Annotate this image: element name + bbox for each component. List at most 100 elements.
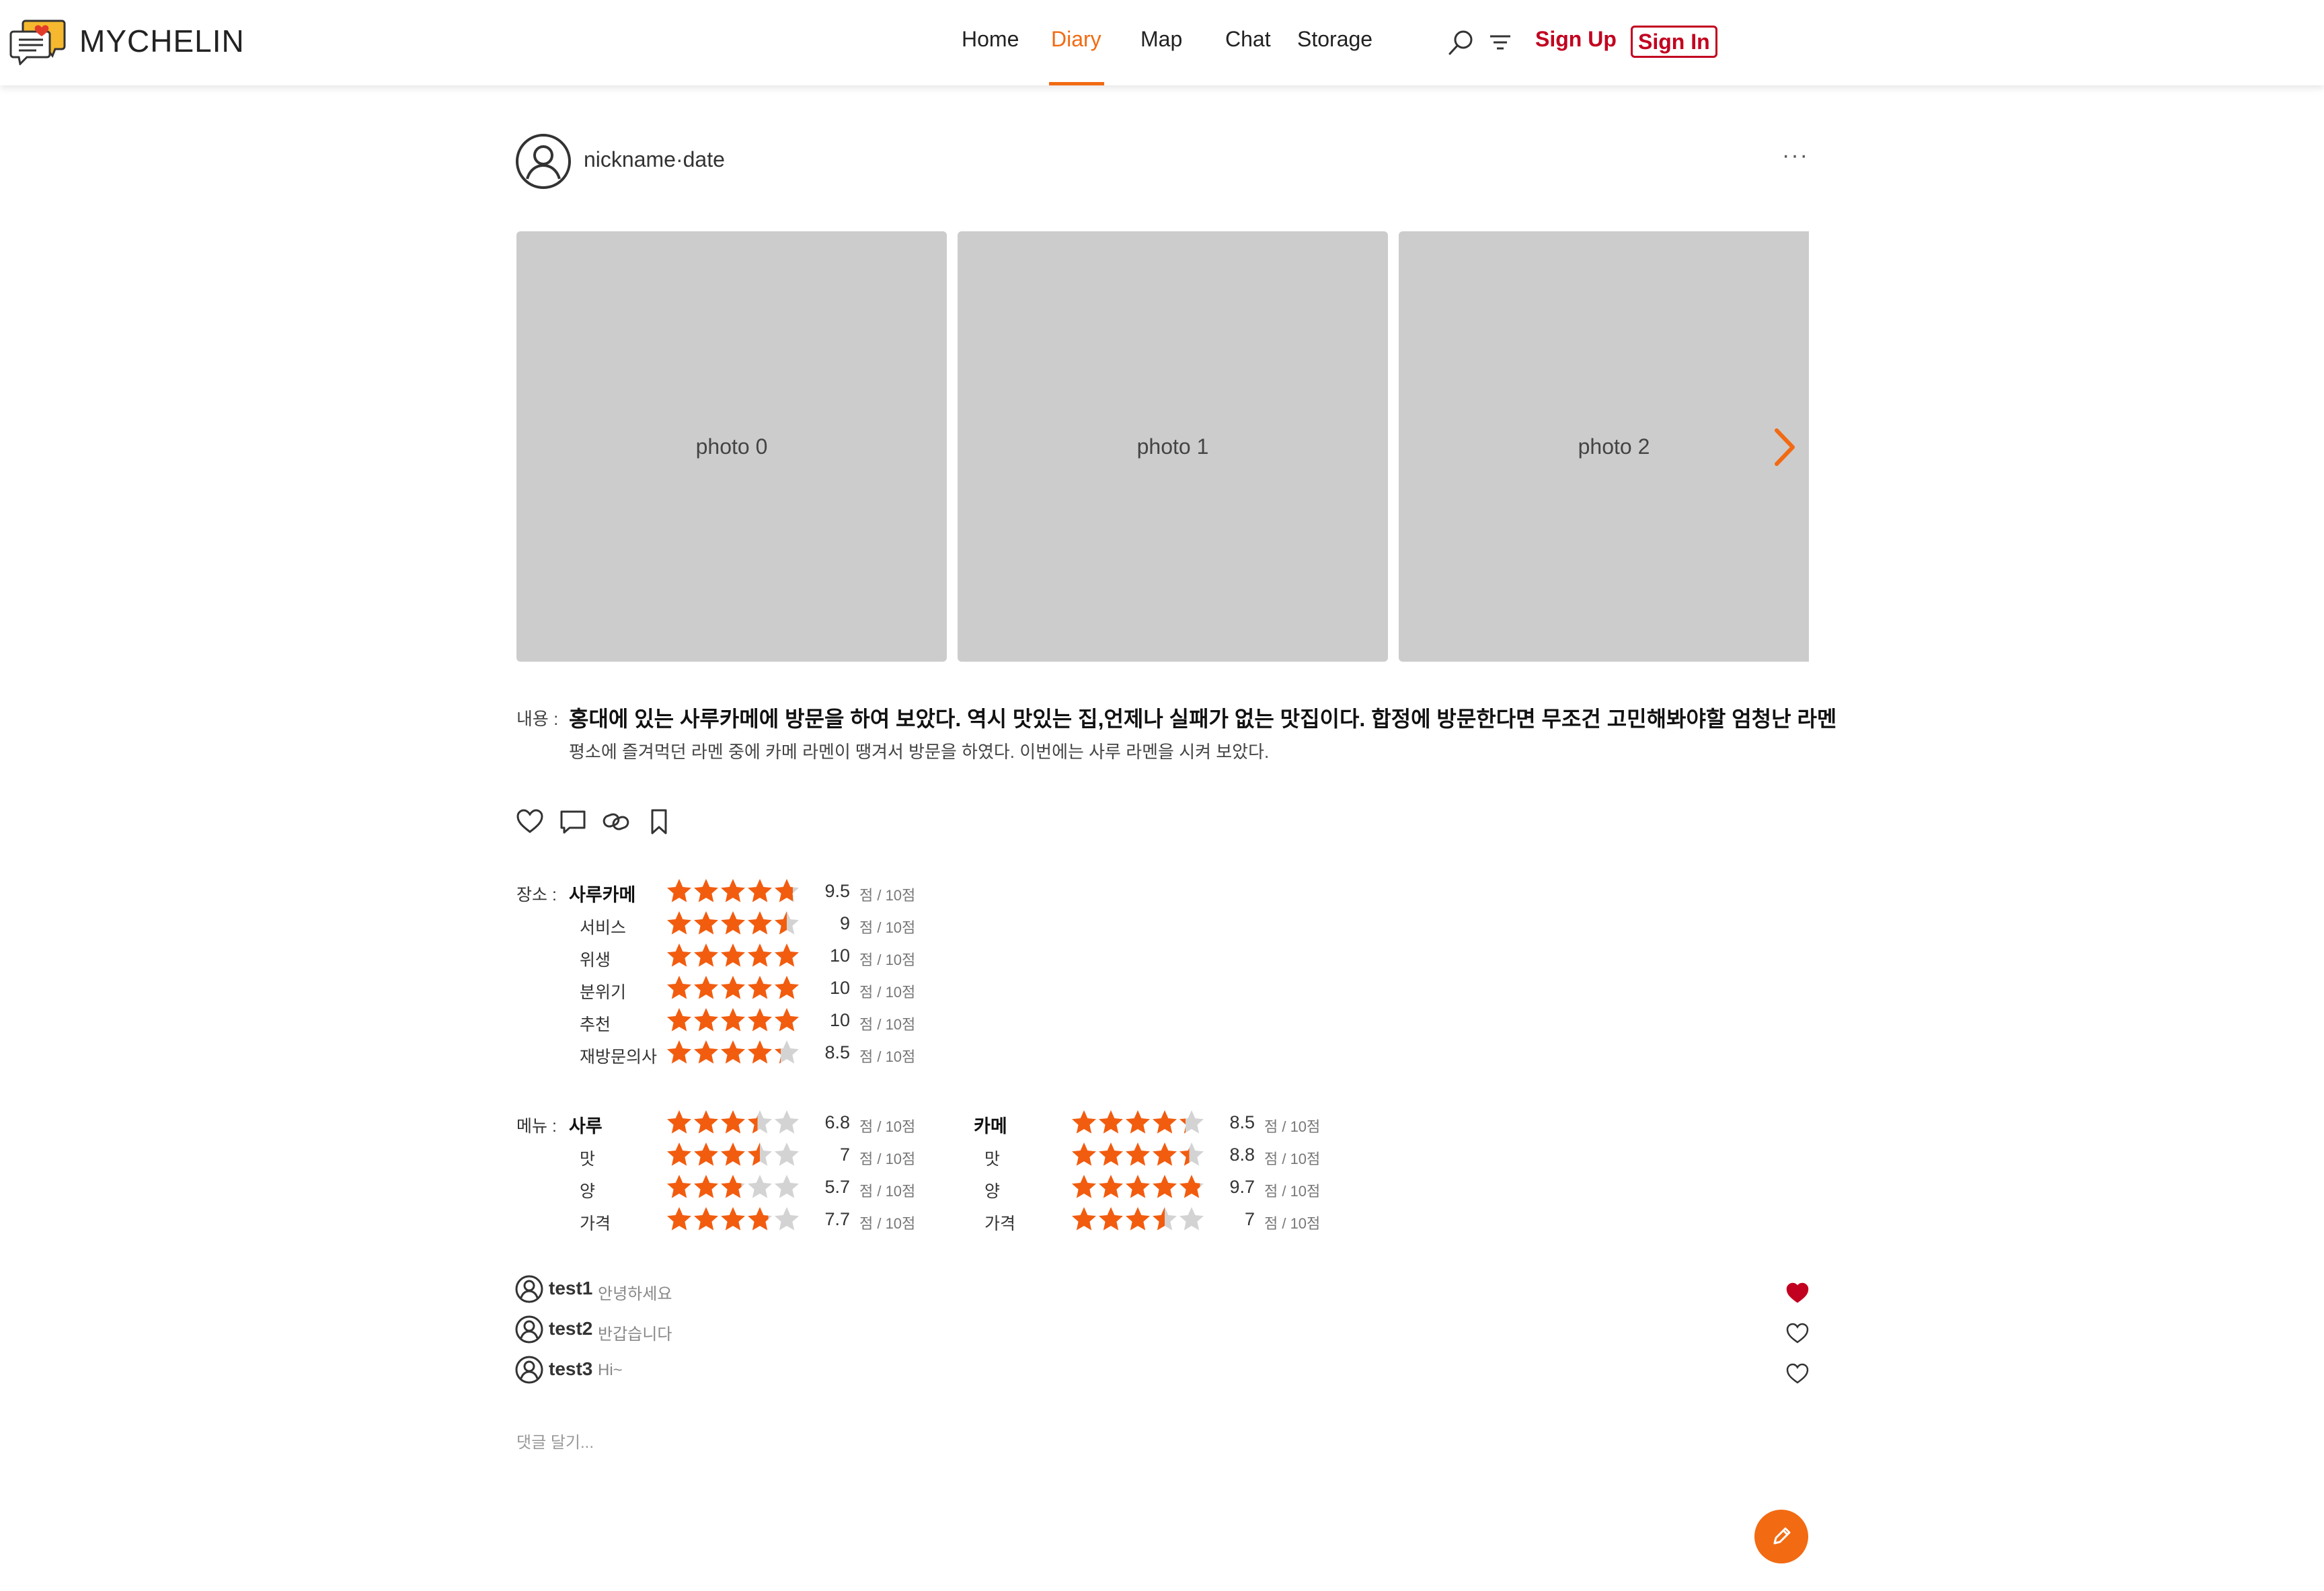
chevron-right-icon[interactable] — [1770, 425, 1799, 469]
photo-item[interactable]: photo 2 — [1399, 231, 1809, 662]
top-navbar: MYCHELIN Home Diary Map Chat Storage Sig… — [0, 0, 2324, 85]
pencil-icon — [1773, 1527, 1791, 1545]
rating-unit: 점 / 10점 — [859, 1118, 916, 1135]
star-icon — [1153, 1175, 1177, 1198]
star-icon — [667, 1040, 691, 1064]
filter-icon[interactable] — [1486, 27, 1517, 58]
sign-up-button[interactable]: Sign Up — [1535, 27, 1617, 52]
avatar[interactable] — [515, 1315, 543, 1344]
star-icon — [667, 879, 691, 902]
star-icon — [721, 1008, 745, 1032]
rating-value: 8.5 — [1229, 1112, 1255, 1132]
star-rating — [666, 1006, 800, 1034]
rating-unit: 점 / 10점 — [1264, 1118, 1321, 1135]
star-rating — [1071, 1140, 1205, 1169]
rating-unit: 점 / 10점 — [859, 1215, 916, 1232]
nickname[interactable]: nickname — [584, 147, 676, 171]
star-icon — [748, 1110, 772, 1134]
star-icon — [694, 1110, 718, 1134]
post-meta: nickname·date — [584, 147, 725, 172]
star-rating — [666, 909, 800, 937]
star-icon — [1126, 1175, 1150, 1198]
link-icon[interactable] — [601, 807, 631, 837]
star-rating — [666, 1038, 800, 1066]
star-rating — [666, 974, 800, 1002]
comment-user[interactable]: test3 — [549, 1358, 592, 1380]
rating-value: 7 — [839, 1144, 850, 1165]
rating-criterion: 가격 — [984, 1214, 1016, 1233]
comment-text: 반갑습니다 — [598, 1325, 672, 1344]
star-icon — [1072, 1207, 1096, 1231]
star-icon — [694, 943, 718, 967]
star-icon — [667, 911, 691, 935]
star-icon — [1072, 1110, 1096, 1134]
rating-criterion: 맛 — [984, 1150, 1001, 1169]
rating-unit: 점 / 10점 — [859, 887, 916, 904]
more-options-button[interactable]: ··· — [1782, 143, 1809, 169]
rating-value: 7.7 — [824, 1209, 850, 1229]
star-icon — [748, 879, 772, 902]
comment-user[interactable]: test1 — [549, 1278, 592, 1299]
photo-item[interactable]: photo 1 — [958, 231, 1388, 662]
nav-storage[interactable]: Storage — [1297, 27, 1372, 52]
avatar[interactable] — [515, 1356, 543, 1384]
star-icon — [667, 943, 691, 967]
star-icon — [694, 879, 718, 902]
avatar[interactable] — [515, 1275, 543, 1303]
rating-unit: 점 / 10점 — [859, 984, 916, 1001]
star-rating — [1071, 1205, 1205, 1233]
star-rating — [1071, 1173, 1205, 1201]
post-date: date — [683, 147, 725, 171]
comment-icon[interactable] — [558, 807, 588, 837]
rating-criterion: 재방문의사 — [580, 1048, 658, 1066]
nav-diary[interactable]: Diary — [1051, 27, 1101, 52]
write-button[interactable] — [1754, 1510, 1808, 1563]
post-body: 평소에 즐겨먹던 라멘 중에 카메 라멘이 땡겨서 방문을 하였다. 이번에는 … — [569, 742, 1270, 762]
star-icon — [721, 1207, 745, 1231]
rating-criterion: 분위기 — [580, 983, 627, 1002]
meta-separator: · — [675, 147, 683, 171]
star-icon — [748, 911, 772, 935]
star-icon — [748, 1207, 772, 1231]
avatar[interactable] — [515, 133, 572, 190]
like-heart-icon[interactable] — [1786, 1362, 1809, 1384]
photo-item[interactable]: photo 0 — [516, 231, 947, 662]
comment-input[interactable] — [516, 1428, 1323, 1458]
nav-chat[interactable]: Chat — [1225, 27, 1271, 52]
like-heart-icon[interactable] — [1786, 1282, 1809, 1303]
star-icon — [721, 879, 745, 902]
star-icon — [667, 1008, 691, 1032]
star-icon — [1126, 1110, 1150, 1134]
nav-home[interactable]: Home — [962, 27, 1019, 52]
search-icon[interactable] — [1446, 27, 1477, 58]
star-icon — [748, 1142, 772, 1166]
rating-criterion: 가격 — [580, 1214, 611, 1233]
rating-unit: 점 / 10점 — [859, 919, 916, 936]
heart-icon[interactable] — [515, 807, 545, 837]
star-icon — [667, 1142, 691, 1166]
star-icon — [721, 1040, 745, 1064]
sign-in-button[interactable]: Sign In — [1631, 26, 1717, 59]
star-rating — [666, 941, 800, 970]
bookmark-icon[interactable] — [644, 807, 674, 837]
rating-criterion: 추천 — [580, 1015, 611, 1034]
comment-user[interactable]: test2 — [549, 1318, 592, 1340]
rating-criterion: 서비스 — [580, 919, 627, 937]
star-icon — [667, 976, 691, 999]
star-icon — [1099, 1110, 1123, 1134]
star-icon — [1153, 1142, 1177, 1166]
logo-icon[interactable] — [9, 18, 66, 65]
like-heart-icon[interactable] — [1786, 1322, 1809, 1344]
star-icon — [694, 911, 718, 935]
nav-map[interactable]: Map — [1140, 27, 1182, 52]
star-icon — [667, 1110, 691, 1134]
rating-value: 10 — [829, 945, 850, 966]
logo-text[interactable]: MYCHELIN — [79, 23, 245, 59]
star-icon — [748, 1040, 772, 1064]
star-icon — [694, 1142, 718, 1166]
rating-title: 카메 — [974, 1116, 1007, 1136]
rating-unit: 점 / 10점 — [1264, 1215, 1321, 1232]
star-icon — [721, 943, 745, 967]
rating-value: 9.7 — [1229, 1177, 1255, 1197]
rating-unit: 점 / 10점 — [859, 1016, 916, 1033]
